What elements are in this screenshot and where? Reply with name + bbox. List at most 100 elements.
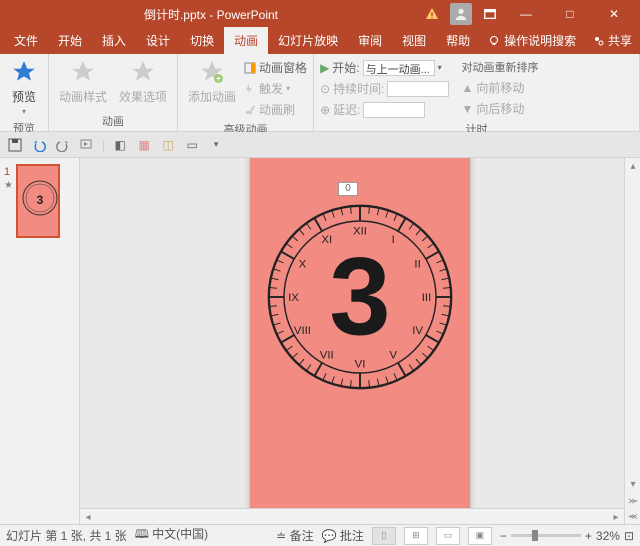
countdown-number: 3 [329,233,390,360]
group-advanced-animation: 添加动画 动画窗格 触发▾ 动画刷 高级动画 [178,54,314,131]
svg-text:X: X [299,258,307,270]
slide-count-label: 幻灯片 第 1 张, 共 1 张 [6,527,127,544]
start-select[interactable]: 与上一动画... [363,60,435,76]
svg-text:VIII: VIII [294,325,311,337]
svg-text:IX: IX [288,292,299,304]
duration-row: ⊙持续时间: [320,79,449,98]
animation-styles-button: 动画样式 [55,56,111,107]
zoom-out-button[interactable]: − [500,529,507,543]
sorter-view-button[interactable]: ⊞ [404,527,428,545]
svg-text:3: 3 [37,193,44,207]
zoom-control: − + 32% ⊡ [500,529,634,543]
move-later-button: ▼向后移动 [461,99,538,118]
group-timing: ▶开始: 与上一动画...▾ ⊙持续时间: ⊕延迟: 对动画重新排序 ▲向前移动… [314,54,640,131]
chevron-down-icon: ▾ [22,107,26,116]
ribbon-tabs: 文件 开始 插入 设计 切换 动画 幻灯片放映 审阅 视图 帮助 操作说明搜索 … [0,28,640,54]
group-preview: 预览 ▾ 预览 [0,54,49,131]
star-plus-icon [198,58,226,86]
normal-view-button[interactable]: ▯ [372,527,396,545]
fit-to-window-button[interactable]: ⊡ [624,529,634,543]
vertical-scrollbar[interactable]: ▴ ▾ ⪼ ⪻ [624,158,640,524]
user-avatar[interactable] [450,3,472,25]
reorder-label: 对动画重新排序 [461,58,538,76]
close-button[interactable]: ✕ [592,0,636,28]
animation-tag[interactable]: 0 [338,182,358,196]
slideshow-view-button[interactable]: ▣ [468,527,492,545]
work-area: 1 ★ 3 0 XIIIIIIIIIVVVIVIIVIIIIXXXI 3 [0,158,640,524]
delay-input[interactable] [363,102,425,118]
prev-slide-icon[interactable]: ⪻ [625,508,640,524]
animation-pane-button[interactable]: 动画窗格 [244,58,307,77]
svg-text:II: II [414,258,420,270]
share-icon [593,35,605,47]
slide-editor[interactable]: 0 XIIIIIIIIIVVVIVIIVIIIIXXXI 3 ▴ ▾ ⪼ ⪻ ◂… [80,158,640,524]
qat-icon[interactable]: ▭ [183,136,201,154]
title-bar: 倒计时.pptx - PowerPoint — □ ✕ [0,0,640,28]
notes-button[interactable]: ≐ 备注 [276,527,313,544]
tab-help[interactable]: 帮助 [436,27,480,54]
move-earlier-button: ▲向前移动 [461,78,538,97]
slide-thumbnail-panel: 1 ★ 3 [0,158,80,524]
qat-icon[interactable]: ▦ [135,136,153,154]
animation-star-icon: ★ [4,180,13,191]
warning-icon [424,6,440,22]
minimize-button[interactable]: — [504,0,548,28]
tab-animations[interactable]: 动画 [224,27,268,54]
start-row: ▶开始: 与上一动画...▾ [320,58,449,77]
qat-icon[interactable]: ◧ [111,136,129,154]
redo-button[interactable] [54,136,72,154]
svg-text:I: I [392,234,395,246]
duration-input[interactable] [387,81,449,97]
tab-design[interactable]: 设计 [136,27,180,54]
add-animation-button: 添加动画 [184,56,240,107]
animation-painter-button: 动画刷 [244,100,307,119]
zoom-level[interactable]: 32% [596,529,620,543]
brush-icon [244,104,256,116]
start-from-beginning-button[interactable] [78,136,96,154]
undo-button[interactable] [30,136,48,154]
slide-thumbnail-1[interactable]: 1 ★ 3 [6,164,73,238]
scroll-right-icon[interactable]: ▸ [608,509,624,524]
tab-view[interactable]: 视图 [392,27,436,54]
scroll-left-icon[interactable]: ◂ [80,509,96,524]
tab-review[interactable]: 审阅 [348,27,392,54]
qat-more-icon[interactable]: ▾ [207,136,225,154]
star-icon [10,58,38,86]
scroll-up-icon[interactable]: ▴ [625,158,640,174]
ribbon-options-icon[interactable] [482,6,498,22]
quick-access-toolbar: | ◧ ▦ ◫ ▭ ▾ [0,132,640,158]
svg-text:III: III [422,292,432,304]
scroll-down-icon[interactable]: ▾ [625,476,640,492]
save-button[interactable] [6,136,24,154]
horizontal-scrollbar[interactable]: ◂ ▸ [80,508,624,524]
comments-button[interactable]: 💬 批注 [322,527,364,544]
svg-text:IV: IV [412,325,423,337]
share-button[interactable]: 共享 [585,27,640,54]
status-bar: 幻灯片 第 1 张, 共 1 张 🕮 中文(中国) ≐ 备注 💬 批注 ▯ ⊞ … [0,524,640,546]
pane-icon [244,62,256,74]
tab-insert[interactable]: 插入 [92,27,136,54]
lightbulb-icon [488,35,500,47]
effect-options-button: 效果选项 [115,56,171,107]
tell-me-search[interactable]: 操作说明搜索 [480,27,584,54]
star-icon [129,58,157,86]
bolt-icon [244,83,256,95]
tab-transitions[interactable]: 切换 [180,27,224,54]
tab-slideshow[interactable]: 幻灯片放映 [268,27,348,54]
language-label[interactable]: 🕮 中文(中国) [135,525,208,546]
trigger-button: 触发▾ [244,79,307,98]
next-slide-icon[interactable]: ⪼ [625,492,640,508]
zoom-in-button[interactable]: + [585,529,592,543]
ribbon: 预览 ▾ 预览 动画样式 效果选项 动画 添加动画 [0,54,640,132]
preview-button[interactable]: 预览 ▾ [6,56,42,118]
tab-file[interactable]: 文件 [4,27,48,54]
tab-home[interactable]: 开始 [48,27,92,54]
zoom-slider[interactable] [511,534,581,537]
maximize-button[interactable]: □ [548,0,592,28]
window-title: 倒计时.pptx - PowerPoint [4,6,418,23]
group-label: 动画 [55,111,171,131]
star-icon [69,58,97,86]
slide-canvas[interactable]: 0 XIIIIIIIIIVVVIVIIVIIIIXXXI 3 [250,158,470,518]
reading-view-button[interactable]: ▭ [436,527,460,545]
qat-icon[interactable]: ◫ [159,136,177,154]
